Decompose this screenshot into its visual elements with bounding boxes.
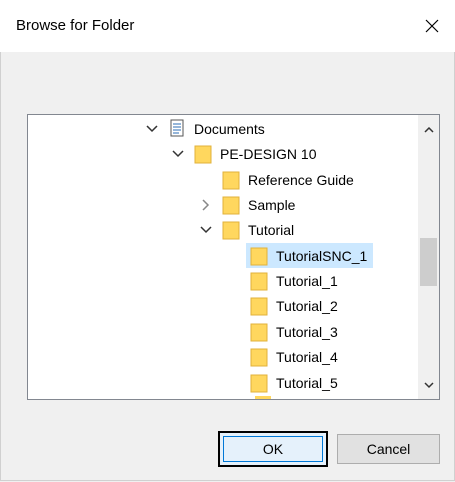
chevron-down-icon[interactable] [144,121,160,137]
close-icon [425,19,439,33]
folder-icon [222,195,240,215]
tree-item-tutorial-3[interactable]: Tutorial_3 [250,319,338,344]
folder-icon [222,170,240,190]
tree-item-label: Tutorial [248,221,295,238]
tree-item-tutorial[interactable]: Tutorial [198,217,294,242]
chevron-down-icon[interactable] [198,222,214,238]
cancel-button[interactable]: Cancel [337,434,440,464]
tree-item-documents[interactable]: Documents [144,116,265,141]
folder-icon [250,347,268,367]
tree-item-label: Tutorial_3 [276,323,338,340]
folder-icon [222,220,240,240]
folder-icon [250,246,268,266]
title-bar: Browse for Folder [0,0,455,52]
folder-icon [250,271,268,291]
tree-item-label: Tutorial_1 [276,272,338,289]
tree-item-tutorial-2[interactable]: Tutorial_2 [250,293,338,318]
tree-item-label: Tutorial_5 [276,374,338,391]
tree-item-label: Reference Guide [248,171,354,188]
tree-item-pe-design-10[interactable]: PE-DESIGN 10 [170,141,316,166]
tree-item-sample[interactable]: Sample [198,192,295,217]
chevron-up-icon [423,126,434,133]
chevron-down-icon [423,381,434,388]
folder-icon [250,322,268,342]
vertical-scrollbar[interactable] [418,115,439,399]
tree-item-reference-guide[interactable]: Reference Guide [198,167,354,192]
cancel-button-label: Cancel [366,441,411,457]
scroll-up-button[interactable] [418,119,439,139]
tree-item-tutorial-4[interactable]: Tutorial_4 [250,344,338,369]
folder-icon [194,144,212,164]
folder-icon [255,396,271,399]
tree-item-tutorial-5[interactable]: Tutorial_5 [250,370,338,395]
tree-item-label: TutorialSNC_1 [276,247,368,264]
tree-viewport: Documents PE-DESIGN 10 Reference Guide S… [28,115,418,399]
close-button[interactable] [409,0,455,52]
window-title: Browse for Folder [16,17,135,34]
chevron-down-icon[interactable] [170,146,186,162]
tree-item-tutorial-1[interactable]: Tutorial_1 [250,268,338,293]
tree-item-label: Sample [248,196,296,213]
tree-item-label: Documents [194,120,265,137]
documents-icon [168,119,186,139]
tree-item-label: PE-DESIGN 10 [220,145,317,162]
chevron-right-icon[interactable] [198,197,214,213]
scroll-thumb[interactable] [420,238,437,286]
folder-tree[interactable]: Documents PE-DESIGN 10 Reference Guide S… [27,114,440,400]
tree-item-tutorialsnc-1[interactable]: TutorialSNC_1 [246,243,374,268]
scroll-down-button[interactable] [418,375,439,395]
tree-item-label: Tutorial_2 [276,297,338,314]
ok-button-label: OK [262,441,284,457]
folder-icon [250,296,268,316]
folder-icon [250,373,268,393]
ok-button[interactable]: OK [218,431,328,467]
tree-item-label: Tutorial_4 [276,348,338,365]
